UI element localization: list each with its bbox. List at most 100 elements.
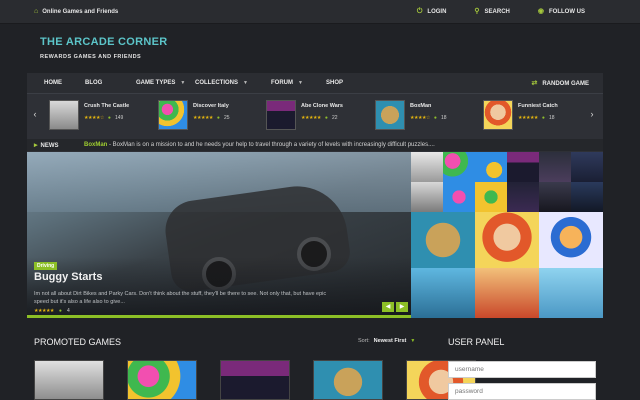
main-panel: HOME BLOG GAME TYPES ▼ COLLECTIONS ▼ FORUM… [27,73,603,318]
site-tagline: REWARDS GAMES AND FRIENDS [40,54,142,60]
user-panel-heading: USER PANEL [448,337,505,347]
grid-thumbnail[interactable] [475,268,539,318]
carousel-item-meta: Crush The Castle ★★★★☆ ● 149 [84,100,129,130]
nav-collections[interactable]: COLLECTIONS ▼ [195,80,248,86]
star-rating-icon: ★★★★★ [34,308,54,314]
game-title: Crush The Castle [84,103,130,109]
carousel-next-icon[interactable]: › [587,109,597,123]
grid-thumbnail[interactable] [443,152,475,182]
login-link[interactable]: ⏻ LOGIN [417,8,447,15]
grid-thumbnail[interactable] [475,212,539,268]
grid-thumbnail[interactable] [571,152,603,182]
promoted-game-thumbnail[interactable] [220,360,290,400]
grid-thumbnail[interactable] [475,182,507,212]
promoted-game-thumbnail[interactable] [127,360,197,400]
promoted-games-heading: PROMOTED GAMES [34,337,122,347]
grid-thumbnail[interactable] [507,152,539,182]
news-body: - BoxMan is on a mission to and he needs… [107,142,435,148]
main-nav: HOME BLOG GAME TYPES ▼ COLLECTIONS ▼ FORUM… [27,73,603,94]
star-rating-icon: ★★★★☆ [84,115,104,121]
chevron-down-icon: ▼ [410,338,416,344]
chevron-down-icon: ▼ [180,80,186,86]
nav-forum[interactable]: FORUM ▼ [271,80,303,86]
slider-next-button[interactable]: ▶ [396,302,408,312]
carousel-item-meta: Funniest Catch ★★★★★ ● 18 [518,100,558,130]
grid-thumbnail[interactable] [411,182,443,212]
nav-game-types-label: GAME TYPES [136,80,176,86]
random-game-button[interactable]: ⇄ RANDOM GAME [531,80,589,87]
chevron-down-icon: ▼ [243,80,248,86]
nav-shop[interactable]: SHOP [326,80,343,86]
promoted-game-thumbnail[interactable] [34,360,104,400]
carousel-item[interactable]: Crush The Castle ★★★★☆ ● 149 [49,100,129,130]
news-label: ▸ NEWS [34,142,59,149]
search-link[interactable]: ⚲ SEARCH [474,8,509,15]
news-text[interactable]: BoxMan - BoxMan is on a mission to and h… [84,142,435,148]
games-carousel: ‹ Crush The Castle ★★★★☆ ● 149 Discover It… [27,95,603,139]
grid-thumbnail[interactable] [475,152,507,182]
promoted-game-thumbnail[interactable] [313,360,383,400]
game-title: BoxMan [410,103,432,109]
carousel-item[interactable]: BoxMan ★★★★☆ ● 18 [375,100,447,130]
play-count: 149 [114,115,124,121]
carousel-item[interactable]: Funniest Catch ★★★★★ ● 18 [483,100,558,130]
grid-thumbnail[interactable] [539,182,571,212]
hero-title[interactable]: Buggy Starts [34,271,102,283]
site-link[interactable]: ⌂ Online Games and Friends [34,8,118,15]
nav-blog[interactable]: BLOG [85,80,102,86]
nav-game-types[interactable]: GAME TYPES ▼ [136,80,185,86]
game-title: Discover Italy [193,103,229,109]
grid-thumbnail[interactable] [411,212,475,268]
nav-shop-label: SHOP [326,80,344,86]
game-stats: ★★★★★ ● 18 [518,115,558,121]
star-rating-icon: ★★★★★ [518,115,538,121]
play-count: 18 [548,115,555,121]
username-input[interactable] [448,361,596,378]
plays-icon: ● [433,115,437,121]
grid-thumbnail[interactable] [443,182,475,212]
nav-collections-label: COLLECTIONS [195,80,238,86]
game-stats: ★★★★★ ● 25 [193,115,230,121]
nav-home-label: HOME [44,80,62,86]
hero-description: Im not all about Dirt Bikes and Parky Ca… [34,291,327,305]
rss-icon: ◉ [537,8,544,15]
top-bar: ⌂ Online Games and Friends ⏻ LOGIN ⚲ SEA… [0,0,640,24]
grid-thumbnail[interactable] [539,152,571,182]
carousel-item[interactable]: Abe Clone Wars ★★★★★ ● 22 [266,100,343,130]
promoted-games-list [34,360,476,400]
grid-thumbnail[interactable] [571,182,603,212]
star-rating-icon: ★★★★★ [193,115,213,121]
nav-home[interactable]: HOME [44,80,62,86]
grid-thumbnail[interactable] [411,268,475,318]
carousel-item[interactable]: Discover Italy ★★★★★ ● 25 [158,100,230,130]
plays-icon: ● [541,115,545,121]
category-badge[interactable]: Driving [34,262,58,270]
password-input[interactable] [448,383,596,400]
site-logo[interactable]: THE ARCADE CORNER [40,36,168,48]
game-thumbnail [158,100,188,130]
grid-thumbnail[interactable] [411,152,443,182]
follow-us-link[interactable]: ◉ FOLLOW US [538,8,585,15]
news-highlight: BoxMan [84,142,108,148]
random-game-label: RANDOM GAME [542,80,589,87]
sort-dropdown[interactable]: Sort: Newest First ▼ [358,338,415,344]
news-ticker: ▸ NEWS BoxMan - BoxMan is on a mission to… [27,139,603,151]
grid-thumbnail[interactable] [507,182,539,212]
play-count: 25 [223,115,230,121]
grid-thumbnail[interactable] [539,212,603,268]
plays-icon: ● [216,115,220,121]
news-label-text: NEWS [40,142,59,149]
game-title: Abe Clone Wars [301,103,343,109]
star-rating-icon: ★★★★☆ [410,115,430,121]
megaphone-icon: ▸ [34,142,38,149]
search-icon: ⚲ [474,8,480,15]
featured-slider[interactable]: Driving Buggy Starts Im not all about Di… [27,152,411,318]
hero-caption-shade [27,257,411,318]
search-label: SEARCH [484,8,510,15]
carousel-prev-icon[interactable]: ‹ [30,109,40,123]
slider-prev-button[interactable]: ◀ [382,302,394,312]
game-thumbnail [266,100,296,130]
slider-controls: ◀ ▶ [382,302,408,312]
game-thumbnail-grid [411,152,603,318]
grid-thumbnail[interactable] [539,268,603,318]
